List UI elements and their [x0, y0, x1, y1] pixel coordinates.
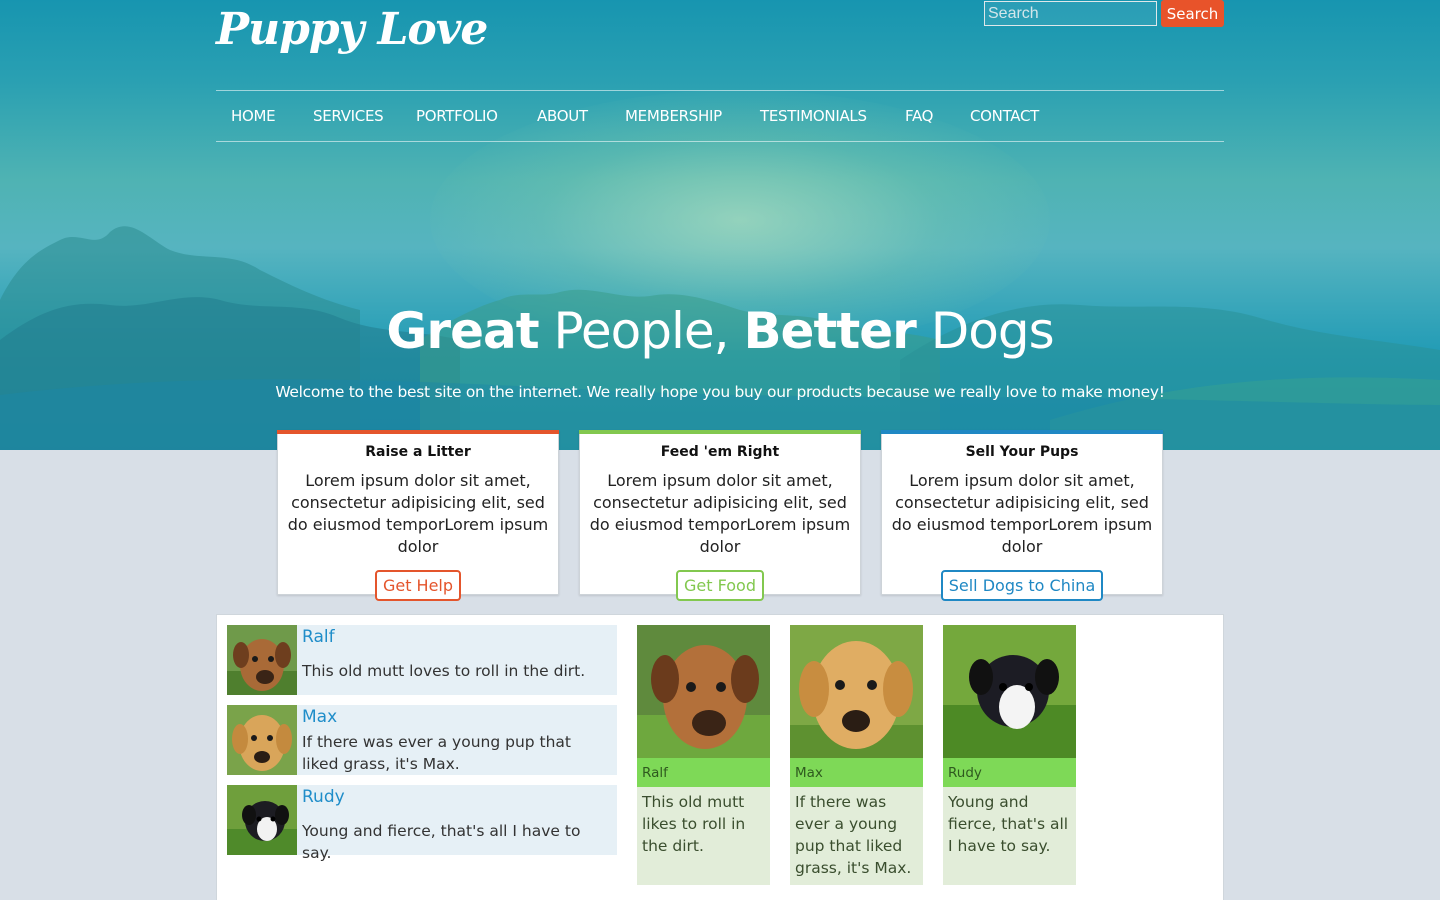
dog-tile[interactable]: Max If there was ever a young pup that l…	[790, 625, 923, 885]
hero-tagline: Welcome to the best site on the internet…	[275, 383, 1165, 401]
card-title: Raise a Litter	[365, 444, 471, 460]
card-text: Lorem ipsum dolor sit amet, consectetur …	[589, 471, 851, 556]
hero-banner: Puppy Love Search HOME SERVICES PORTFOLI…	[0, 0, 1440, 450]
dogs-panel: Ralf This old mutt loves to roll in the …	[216, 614, 1224, 900]
feature-card-feed: Feed 'em Right Lorem ipsum dolor sit ame…	[579, 430, 861, 601]
search-input[interactable]	[984, 1, 1157, 26]
card-text: Lorem ipsum dolor sit amet, consectetur …	[891, 471, 1153, 556]
hero-headline: Great People, Better Dogs	[0, 302, 1440, 360]
card-accent-bar	[277, 430, 559, 434]
dog-photo-rudy	[227, 785, 297, 855]
get-food-button[interactable]: Get Food	[676, 570, 764, 601]
dog-description: Young and fierce, that's all I have to s…	[302, 822, 581, 862]
card-accent-bar	[881, 430, 1163, 434]
nav-membership[interactable]: MEMBERSHIP	[625, 107, 722, 125]
headline-people: People,	[538, 302, 744, 360]
card-accent-bar	[579, 430, 861, 434]
sell-dogs-button[interactable]: Sell Dogs to China	[940, 570, 1104, 601]
feature-card-sell: Sell Your Pups Lorem ipsum dolor sit ame…	[881, 430, 1163, 601]
nav-portfolio[interactable]: PORTFOLIO	[416, 107, 498, 125]
dog-tile-photo	[943, 625, 1076, 758]
headline-better: Better	[743, 302, 916, 360]
dog-photo-ralf-large	[637, 625, 770, 758]
dog-description: If there was ever a young pup that liked…	[302, 733, 572, 773]
dog-thumbnail	[227, 705, 297, 775]
nav-testimonials[interactable]: TESTIMONIALS	[760, 107, 867, 125]
dog-tile-description: If there was ever a young pup that liked…	[795, 793, 912, 877]
nav-contact[interactable]: CONTACT	[970, 107, 1039, 125]
dog-tile-name: Rudy	[943, 758, 1076, 787]
dog-name[interactable]: Rudy	[302, 787, 345, 807]
dog-tile-photo	[790, 625, 923, 758]
dog-photo-max-large	[790, 625, 923, 758]
nav-services[interactable]: SERVICES	[313, 107, 384, 125]
dog-tile[interactable]: Rudy Young and fierce, that's all I have…	[943, 625, 1076, 885]
list-item[interactable]: Max If there was ever a young pup that l…	[227, 705, 617, 775]
nav-about[interactable]: ABOUT	[537, 107, 588, 125]
dog-tile-name: Max	[790, 758, 923, 787]
dog-tile-photo	[637, 625, 770, 758]
dog-photo-rudy-large	[943, 625, 1076, 758]
dog-name[interactable]: Max	[302, 707, 337, 727]
get-help-button[interactable]: Get Help	[374, 570, 462, 601]
main-nav: HOME SERVICES PORTFOLIO ABOUT MEMBERSHIP…	[216, 90, 1224, 142]
dog-name[interactable]: Ralf	[302, 627, 335, 647]
dog-tile-description: This old mutt likes to roll in the dirt.	[642, 793, 746, 855]
card-title: Feed 'em Right	[660, 444, 780, 460]
dog-tile-description: Young and fierce, that's all I have to s…	[948, 793, 1069, 855]
dog-description: This old mutt loves to roll in the dirt.	[302, 662, 586, 680]
nav-home[interactable]: HOME	[231, 107, 276, 125]
nav-faq[interactable]: FAQ	[905, 107, 933, 125]
site-logo[interactable]: Puppy Love	[216, 4, 488, 55]
list-item[interactable]: Ralf This old mutt loves to roll in the …	[227, 625, 617, 695]
headline-dogs: Dogs	[915, 302, 1055, 360]
dog-thumbnail	[227, 785, 297, 855]
list-item[interactable]: Rudy Young and fierce, that's all I have…	[227, 785, 617, 862]
dog-tile[interactable]: Ralf This old mutt likes to roll in the …	[637, 625, 770, 885]
card-title: Sell Your Pups	[965, 444, 1079, 460]
dog-photo-max	[227, 705, 297, 775]
feature-card-litter: Raise a Litter Lorem ipsum dolor sit ame…	[277, 430, 559, 601]
dog-photo-ralf	[227, 625, 297, 695]
headline-great: Great	[386, 302, 539, 360]
dog-tile-name: Ralf	[637, 758, 770, 787]
dog-thumbnail	[227, 625, 297, 695]
card-text: Lorem ipsum dolor sit amet, consectetur …	[287, 471, 549, 556]
search-button[interactable]: Search	[1161, 0, 1224, 27]
